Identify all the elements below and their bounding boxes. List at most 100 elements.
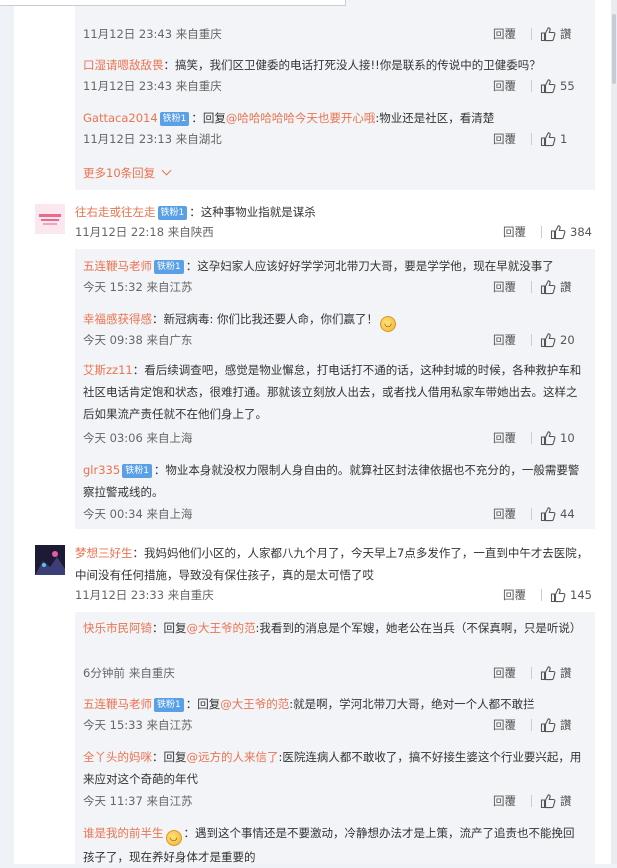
comment-meta: 6分钟前 来自重庆 [83, 665, 175, 681]
avatar-image [35, 545, 65, 575]
username-link[interactable]: Gattaca2014 [83, 111, 158, 125]
avatar[interactable] [35, 545, 65, 575]
mention-link[interactable]: @哈哈哈哈哈今天也要开心哦 [226, 111, 376, 125]
comment-meta: 今天 03:06 来自上海 [83, 431, 193, 445]
comment-actions: 回覆 145 [503, 587, 595, 603]
divider [531, 133, 532, 145]
reply-button[interactable]: 回覆 [493, 430, 516, 446]
thumbs-up-icon[interactable] [540, 279, 556, 295]
username-link[interactable]: glr335 [83, 463, 120, 477]
comment-actions: 回覆 讚 [493, 793, 585, 809]
divider [531, 334, 532, 346]
username-link[interactable]: 往右走或往左走 [75, 205, 156, 219]
more-replies-link[interactable]: 更多10条回复 [83, 165, 172, 181]
thumbs-up-icon[interactable] [550, 224, 566, 240]
divider [531, 28, 532, 40]
divider [531, 432, 532, 444]
like-count: 讚 [560, 666, 572, 680]
avatar[interactable] [35, 204, 65, 234]
username-link[interactable]: 谁是我的前半生 [83, 826, 164, 840]
comment-actions: 回覆 讚 [493, 279, 585, 295]
mention-link[interactable]: @大王爷的范 [220, 697, 289, 711]
comment-actions: 回覆 1 [493, 131, 585, 147]
vip-badge-icon: 铁粉1 [159, 112, 190, 126]
like-count: 55 [560, 79, 575, 93]
thumbs-up-icon[interactable] [540, 506, 556, 522]
username-link[interactable]: 艾斯zz11 [83, 363, 133, 377]
comment-actions: 回覆 讚 [493, 665, 585, 681]
thumbs-up-icon[interactable] [540, 793, 556, 809]
thumbs-up-icon[interactable] [540, 430, 556, 446]
username-link[interactable]: 梦想三好生 [75, 546, 133, 560]
reply-button[interactable]: 回覆 [493, 665, 516, 681]
vip-badge-icon: 铁粉1 [157, 206, 188, 220]
like-count: 讚 [560, 718, 572, 732]
reply-button[interactable]: 回覆 [503, 587, 526, 603]
blush-emoji-icon: ◡ [165, 830, 182, 846]
thumbs-up-icon[interactable] [540, 78, 556, 94]
thumbs-up-icon[interactable] [540, 665, 556, 681]
comment-text: ：物业本身就没权力限制人身自由的。就算社区封法律依据也不充分的，一般需要警察拉警… [83, 463, 580, 499]
comment-actions: 回覆 55 [493, 78, 585, 94]
comment-location: 来自重庆 [128, 666, 175, 680]
comment-time: 6分钟前 [83, 666, 125, 680]
comment-text: ：这孕妇家人应该好好学学河北带刀大哥，要是学学他，现在早就没事了 [185, 259, 554, 273]
scrollbar-thumb[interactable] [612, 14, 616, 84]
comment-text: ：我妈妈他们小区的，人家都八九个月了，今天早上7点多发作了，一直到中午才去医院，… [75, 546, 589, 582]
avatar-image [35, 204, 65, 234]
comment-actions: 回覆 讚 [493, 717, 585, 733]
comment-feed: 情况市际把电话我接到给人单位 11月12日 23:43 来自重庆 回覆 讚 口湿… [14, 0, 617, 864]
comment-meta: 今天 00:34 来自上海 [83, 507, 193, 521]
like-count: 讚 [560, 794, 572, 808]
vip-badge-icon: 铁粉1 [154, 260, 184, 274]
reply-button[interactable]: 回覆 [493, 793, 516, 809]
username-link[interactable]: 五连鞭马老师 [83, 697, 152, 711]
divider [531, 667, 532, 679]
like-count: 1 [560, 132, 568, 146]
reply-button[interactable]: 回覆 [493, 717, 516, 733]
comment-actions: 回覆 384 [503, 224, 595, 240]
reply-button[interactable]: 回覆 [493, 26, 516, 42]
username-link[interactable]: 口湿请嗯敌敌畏 [83, 58, 164, 72]
thumbs-up-icon[interactable] [540, 26, 556, 42]
scrollbar[interactable] [611, 0, 617, 864]
reply-button[interactable]: 回覆 [493, 279, 516, 295]
reply-button[interactable]: 回覆 [493, 131, 516, 147]
comment-meta: 11月12日 22:18 来自陕西 [75, 225, 214, 239]
divider [531, 719, 532, 731]
divider [541, 589, 542, 601]
like-count: 145 [570, 588, 592, 602]
thumbs-up-icon[interactable] [540, 131, 556, 147]
divider [531, 795, 532, 807]
like-count: 讚 [560, 280, 572, 294]
comment-actions: 回覆 讚 [493, 26, 585, 42]
thumbs-up-icon[interactable] [540, 717, 556, 733]
comment-text: :我看到的消息是个军嫂，她老公在当兵（不保真啊，只是听说） [255, 621, 582, 635]
more-replies-label: 更多10条回复 [83, 166, 156, 180]
username-link[interactable]: 五连鞭马老师 [83, 259, 152, 273]
reply-prefix: ：回复 [152, 750, 187, 764]
thumbs-up-icon[interactable] [550, 587, 566, 603]
username-link[interactable]: 幸福感获得感 [83, 312, 152, 326]
divider [531, 80, 532, 92]
reply-button[interactable]: 回覆 [503, 224, 526, 240]
like-count: 384 [570, 225, 592, 239]
thumbs-up-icon[interactable] [540, 332, 556, 348]
username-link[interactable]: 全丫头的妈咪 [83, 750, 152, 764]
comment-text: :就是啊，学河北带刀大哥，绝对一个人都不敢拦 [289, 697, 535, 711]
reply-prefix: ：回复 [152, 621, 187, 635]
comment-meta: 今天 11:37 来自江苏 [83, 794, 193, 808]
comment-text: ：搞笑，我们区卫健委的电话打死没人接!!你是联系的传说中的卫健委吗？ [163, 58, 541, 72]
reply-prefix: ：回复 [185, 697, 221, 711]
comment-meta: 今天 15:32 来自江苏 [83, 280, 193, 294]
divider [541, 226, 542, 238]
like-count: 20 [560, 333, 575, 347]
mention-link[interactable]: @远方的人来信了 [187, 750, 279, 764]
reply-button[interactable]: 回覆 [493, 332, 516, 348]
reply-button[interactable]: 回覆 [493, 506, 516, 522]
reply-button[interactable]: 回覆 [493, 78, 516, 94]
comment-text: ：这种事物业指就是谋杀 [189, 205, 316, 219]
mention-link[interactable]: @大王爷的范 [187, 621, 256, 635]
username-link[interactable]: 快乐市民阿锜 [83, 621, 152, 635]
vip-badge-icon: 铁粉1 [122, 464, 152, 478]
